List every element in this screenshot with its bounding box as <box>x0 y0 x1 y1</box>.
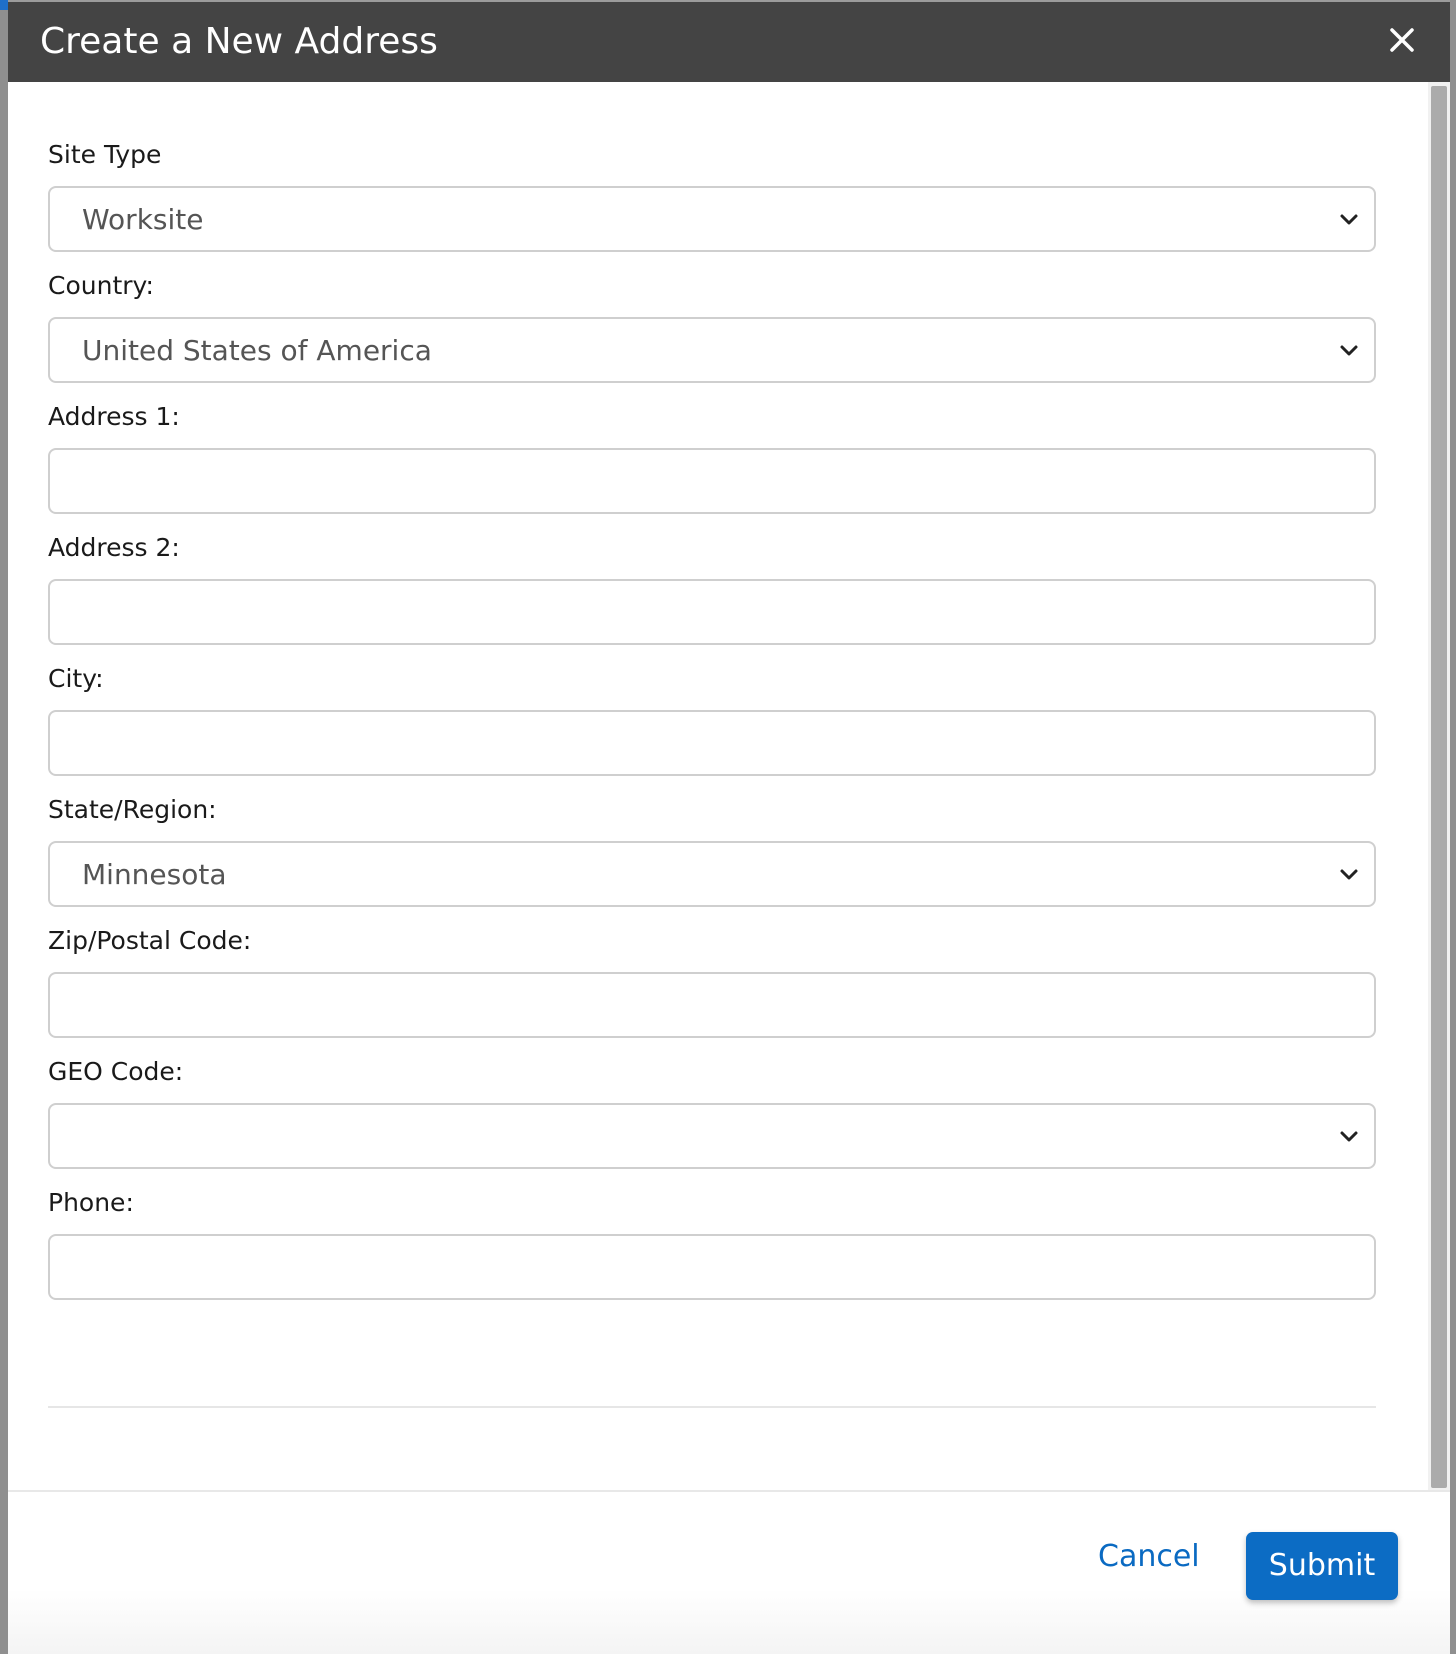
address2-label: Address 2: <box>48 533 180 562</box>
country-label: Country: <box>48 271 154 300</box>
address1-input[interactable] <box>48 448 1376 514</box>
chevron-down-icon <box>1340 869 1358 880</box>
create-address-modal: Create a New Address Site Type Worksite … <box>8 2 1450 1654</box>
scrollbar-thumb[interactable] <box>1431 86 1447 1488</box>
geo-code-label: GEO Code: <box>48 1057 184 1086</box>
city-input[interactable] <box>48 710 1376 776</box>
submit-button[interactable]: Submit <box>1246 1532 1398 1600</box>
phone-input[interactable] <box>48 1234 1376 1300</box>
close-icon <box>1390 28 1414 52</box>
page-backdrop-left <box>0 0 8 1654</box>
site-type-label: Site Type <box>48 140 162 169</box>
city-label: City: <box>48 664 104 693</box>
modal-title: Create a New Address <box>40 21 438 62</box>
chevron-down-icon <box>1340 1131 1358 1142</box>
country-select[interactable]: United States of America <box>48 317 1376 383</box>
address1-label: Address 1: <box>48 402 180 431</box>
chevron-down-icon <box>1340 214 1358 225</box>
backdrop-accent <box>0 0 8 10</box>
modal-scrollbar[interactable] <box>1428 82 1450 1490</box>
zip-input[interactable] <box>48 972 1376 1038</box>
site-type-value: Worksite <box>82 203 204 236</box>
page-backdrop-right <box>1450 0 1456 1654</box>
site-type-select[interactable]: Worksite <box>48 186 1376 252</box>
state-select[interactable]: Minnesota <box>48 841 1376 907</box>
geo-code-select[interactable] <box>48 1103 1376 1169</box>
close-button[interactable] <box>1380 18 1424 62</box>
phone-label: Phone: <box>48 1188 134 1217</box>
address2-input[interactable] <box>48 579 1376 645</box>
form-divider <box>48 1406 1376 1408</box>
modal-footer: Cancel Submit <box>8 1492 1450 1654</box>
modal-header: Create a New Address <box>8 2 1450 82</box>
state-value: Minnesota <box>82 858 227 891</box>
chevron-down-icon <box>1340 345 1358 356</box>
modal-body: Site Type Worksite Country: United State… <box>8 82 1430 1490</box>
state-label: State/Region: <box>48 795 217 824</box>
zip-label: Zip/Postal Code: <box>48 926 252 955</box>
cancel-button[interactable]: Cancel <box>1098 1532 1200 1582</box>
country-value: United States of America <box>82 334 432 367</box>
